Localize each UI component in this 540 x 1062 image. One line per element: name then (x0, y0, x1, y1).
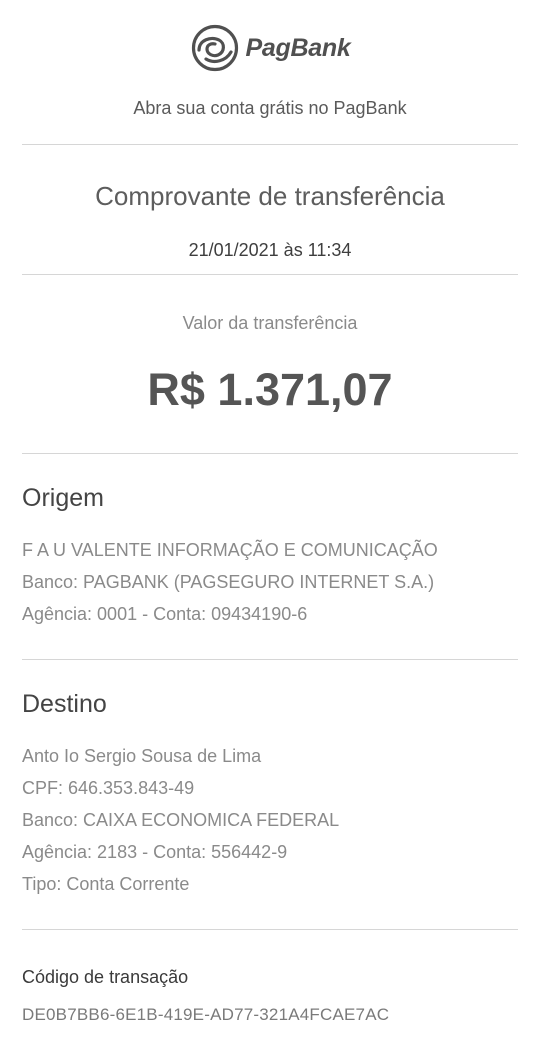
destination-section-title: Destino (22, 690, 107, 718)
brand-logo[interactable]: PagBank (0, 20, 540, 76)
origin-account: Agência: 0001 - Conta: 09434190-6 (22, 604, 308, 624)
receipt-datetime: 21/01/2021 às 11:34 (188, 240, 352, 260)
divider (22, 144, 518, 145)
destination-account-type: Tipo: Conta Corrente (22, 874, 190, 894)
origin-bank: Banco: PAGBANK (PAGSEGURO INTERNET S.A.) (22, 572, 435, 592)
amount-value: R$ 1.371,07 (147, 364, 393, 415)
divider (22, 274, 518, 275)
transfer-receipt: PagBank Abra sua conta grátis no PagBank… (0, 0, 540, 1062)
transaction-code[interactable]: DE0B7BB6-6E1B-419E-AD77-321A4FCAE7AC (22, 1005, 389, 1025)
destination-account: Agência: 2183 - Conta: 556442-9 (22, 842, 288, 862)
destination-bank: Banco: CAIXA ECONOMICA FEDERAL (22, 810, 340, 830)
divider (22, 659, 518, 660)
destination-name: Anto Io Sergio Sousa de Lima (22, 746, 262, 766)
origin-section-title: Origem (22, 484, 104, 512)
open-account-link[interactable]: Abra sua conta grátis no PagBank (0, 98, 540, 119)
amount-label: Valor da transferência (182, 313, 358, 333)
origin-name: F A U VALENTE INFORMAÇÃO E COMUNICAÇÃO (22, 540, 438, 560)
destination-cpf: CPF: 646.353.843-49 (22, 778, 195, 798)
brand-name: PagBank (245, 33, 351, 62)
receipt-title: Comprovante de transferência (95, 181, 445, 211)
transaction-code-label: Código de transação (22, 967, 189, 987)
divider (22, 453, 518, 454)
pagbank-logo-icon (191, 24, 238, 72)
divider (22, 929, 518, 930)
